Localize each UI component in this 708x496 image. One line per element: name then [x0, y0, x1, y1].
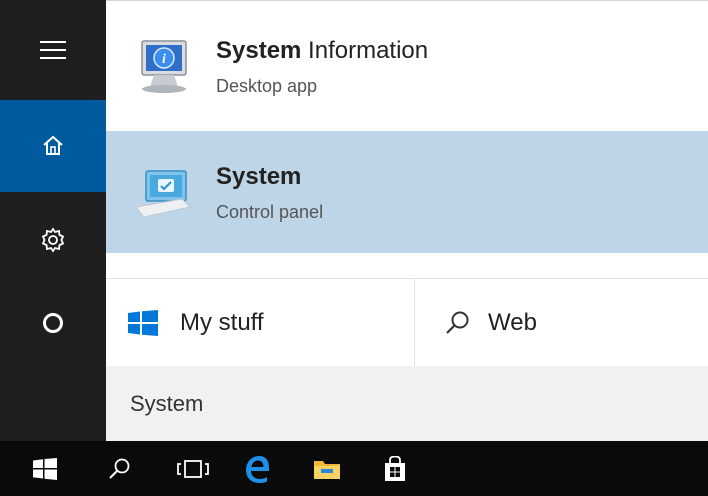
search-scope-tabs: My stuff Web: [106, 278, 708, 367]
result-title-bold: System: [216, 36, 302, 64]
cortana-circle-icon: [43, 313, 63, 333]
search-query-text[interactable]: System: [130, 391, 203, 417]
edge-icon: [246, 455, 269, 483]
result-subtitle: Desktop app: [216, 75, 318, 96]
result-subtitle: Control panel: [216, 201, 324, 222]
web-button[interactable]: Web: [416, 279, 708, 367]
result-title-rest: Information: [301, 36, 429, 64]
home-icon: [43, 135, 63, 155]
search-icon: [109, 458, 130, 479]
my-stuff-button[interactable]: My stuff: [106, 279, 415, 367]
result-title: System Information: [216, 36, 428, 66]
windows-logo-icon: [128, 310, 158, 336]
home-button[interactable]: [0, 100, 106, 192]
file-explorer-icon: [314, 460, 340, 479]
my-stuff-label: My stuff: [180, 309, 264, 336]
store-icon: [385, 455, 405, 481]
file-explorer-button[interactable]: [304, 441, 350, 496]
gear-icon: [41, 227, 65, 253]
svg-text:i: i: [162, 52, 166, 67]
search-icon: [444, 310, 470, 336]
left-rail: [0, 0, 106, 441]
start-search-window: i System Information Desktop app System …: [0, 0, 708, 496]
result-title-bold: System: [216, 162, 302, 190]
start-button[interactable]: [22, 441, 68, 496]
edge-button[interactable]: [234, 441, 280, 496]
search-query-box[interactable]: System: [106, 366, 708, 442]
settings-button[interactable]: [0, 192, 106, 288]
system-information-icon: i: [141, 40, 187, 93]
system-control-panel-icon: [135, 170, 192, 218]
web-label: Web: [488, 309, 537, 336]
search-results-panel: i System Information Desktop app System …: [106, 0, 708, 442]
taskbar-search-button[interactable]: [96, 441, 142, 496]
result-system[interactable]: System Control panel: [106, 131, 708, 253]
hamburger-icon: [40, 41, 66, 59]
result-system-information[interactable]: i System Information Desktop app: [106, 1, 708, 131]
task-view-button[interactable]: [170, 441, 216, 496]
cortana-button[interactable]: [0, 288, 106, 358]
taskbar: [0, 441, 708, 496]
menu-button[interactable]: [0, 0, 106, 100]
task-view-icon: [177, 459, 209, 478]
store-button[interactable]: [372, 441, 418, 496]
start-icon: [33, 457, 57, 480]
result-title: System: [216, 162, 323, 192]
